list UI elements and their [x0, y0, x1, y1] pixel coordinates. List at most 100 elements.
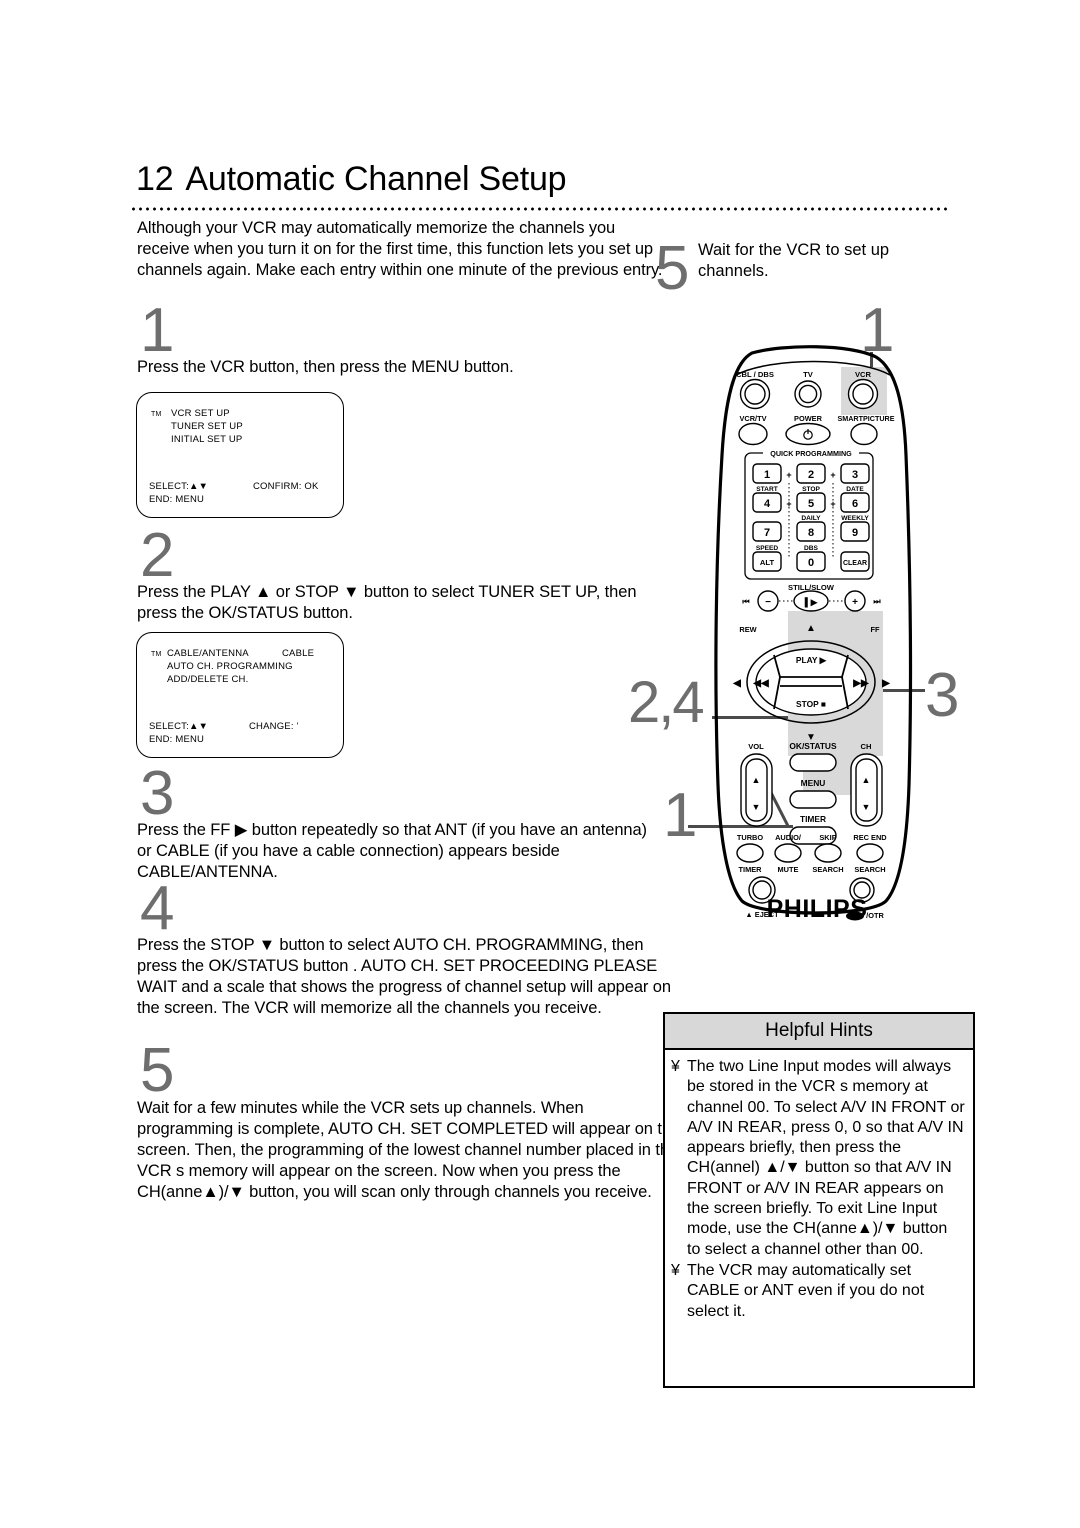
- osd2-select-hint: SELECT:▲▼: [149, 721, 209, 732]
- helpful-hints-title: Helpful Hints: [665, 1014, 973, 1050]
- label-ff: FF: [870, 625, 880, 634]
- hint-item-text: The two Line Input modes will always be …: [687, 1058, 965, 1258]
- label-tv: TV: [803, 370, 814, 379]
- fast-forward-icon[interactable]: ▶▶: [852, 678, 870, 689]
- osd1-confirm-hint: CONFIRM: OK: [253, 481, 319, 492]
- osd2-line-3: ADD/DELETE CH.: [167, 674, 249, 685]
- vol-up-icon[interactable]: ▲: [752, 775, 761, 785]
- vcr-button-inner: [852, 383, 874, 405]
- step-2-numeral: 2: [140, 521, 174, 590]
- plus-sign-icon: +: [830, 470, 835, 480]
- label-quick-programming: QUICK PROGRAMMING: [770, 449, 852, 458]
- label-ch: CH: [861, 742, 872, 751]
- step-4-numeral: 4: [140, 874, 174, 943]
- up-arrow-icon: ▲: [806, 623, 816, 634]
- osd2-tm: TM: [151, 651, 162, 658]
- hint-item-text: The VCR may automatically set CABLE or A…: [687, 1261, 925, 1320]
- page-title: 12 Automatic Channel Setup: [136, 160, 756, 199]
- sublabel-dbs: DBS: [804, 545, 819, 552]
- key-1-label: 1: [764, 469, 770, 481]
- key-4-label: 4: [764, 498, 771, 510]
- osd1-line-3: INITIAL SET UP: [171, 434, 243, 445]
- step-4-text: Press the STOP ▼ button to select AUTO C…: [137, 936, 671, 1017]
- label-search: SEARCH: [812, 865, 843, 874]
- philips-logo: PHILIPS: [766, 895, 868, 923]
- tv-button-inner: [798, 384, 818, 404]
- osd-screen-vcr-setup: TM VCR SET UP TUNER SET UP INITIAL SET U…: [136, 392, 344, 518]
- osd1-line-1: VCR SET UP: [171, 408, 230, 419]
- label-mute: MUTE: [778, 865, 799, 874]
- label-turbo: TURBO: [737, 833, 764, 842]
- skip-search-button: [814, 843, 842, 863]
- osd2-line-2: AUTO CH. PROGRAMMING: [167, 661, 293, 672]
- plus-icon: +: [852, 597, 858, 608]
- callout-2-4: 2,4: [628, 670, 705, 735]
- label-vcr-tv: VCR/TV: [739, 414, 766, 423]
- step-1-numeral: 1: [140, 296, 174, 365]
- helpful-hints-box: Helpful Hints ¥ The two Line Input modes…: [663, 1012, 975, 1388]
- label-timer-sub: TIMER: [739, 865, 763, 874]
- page-title-text: Automatic Channel Setup: [185, 160, 567, 198]
- osd-screen-tuner-setup: TM CABLE/ANTENNA CABLE AUTO CH. PROGRAMM…: [136, 632, 344, 758]
- step-1-text: Press the VCR button, then press the MEN…: [137, 358, 514, 376]
- label-audio: AUDIO/: [775, 833, 801, 842]
- ch-up-icon[interactable]: ▲: [862, 775, 871, 785]
- minus-icon: −: [765, 597, 771, 608]
- ok-status-button: [789, 753, 837, 772]
- step-5-text: Wait for a few minutes while the VCR set…: [137, 1099, 680, 1201]
- osd2-end-hint: END: MENU: [149, 734, 205, 745]
- cbl-dbs-button-inner: [744, 383, 766, 405]
- label-skip: SKIP: [819, 833, 836, 842]
- label-menu: MENU: [801, 778, 826, 788]
- smartpicture-button: [850, 422, 878, 446]
- vol-down-icon[interactable]: ▼: [752, 802, 761, 812]
- label-rew: REW: [739, 625, 756, 634]
- step-3-text: Press the FF ▶ button repeatedly so that…: [137, 821, 647, 881]
- plus-sign-icon: +: [786, 470, 791, 480]
- left-arrow-icon: ◀: [732, 678, 741, 689]
- turbo-timer-button: [736, 843, 764, 863]
- label-power: POWER: [794, 414, 823, 423]
- label-search-2: SEARCH: [854, 865, 885, 874]
- sublabel-start: START: [756, 486, 778, 493]
- osd1-line-2: TUNER SET UP: [171, 421, 243, 432]
- osd2-line-1: CABLE/ANTENNA: [167, 648, 249, 659]
- osd1-end-hint: END: MENU: [149, 494, 205, 505]
- step-5-numeral: 5: [140, 1036, 174, 1105]
- hint-bullet-icon: ¥: [671, 1261, 680, 1279]
- label-cbl-dbs: CBL / DBS: [736, 370, 774, 379]
- key-alt-label: ALT: [760, 558, 775, 567]
- rec-end-search-button: [856, 843, 884, 863]
- vcr-tv-button: [738, 422, 768, 446]
- still-slow-icon: ▌▶: [805, 597, 819, 608]
- key-6-label: 6: [852, 498, 858, 510]
- key-5-label: 5: [808, 498, 814, 510]
- key-2-label: 2: [808, 469, 814, 481]
- play-button-label[interactable]: PLAY ▶: [796, 655, 827, 665]
- key-7-label: 7: [764, 527, 770, 539]
- label-vol: VOL: [748, 742, 764, 751]
- osd1-tm: TM: [151, 411, 162, 418]
- stop-button-label[interactable]: STOP ■: [796, 699, 826, 709]
- next-track-icon: ⏭: [873, 597, 881, 606]
- step-2-text: Press the PLAY ▲ or STOP ▼ button to sel…: [137, 583, 637, 622]
- label-rec-end: REC END: [853, 833, 887, 842]
- sublabel-weekly: WEEKLY: [841, 515, 869, 522]
- helpful-hints-body: ¥ The two Line Input modes will always b…: [665, 1050, 973, 1327]
- audio-mute-button: [774, 843, 802, 863]
- sublabel-daily: DAILY: [801, 515, 821, 522]
- sublabel-speed: SPEED: [756, 545, 779, 552]
- hint-item: ¥ The VCR may automatically set CABLE or…: [671, 1261, 965, 1322]
- callout-5-text: Wait for the VCR to set up channels.: [698, 241, 890, 280]
- title-dotted-rule: [130, 205, 948, 211]
- page-number: 12: [136, 160, 174, 198]
- sublabel-stop: STOP: [802, 486, 820, 493]
- callout-5: 5: [655, 234, 689, 303]
- ch-down-icon[interactable]: ▼: [862, 802, 871, 812]
- menu-button: [789, 790, 837, 809]
- rewind-icon[interactable]: ◀◀: [752, 678, 769, 689]
- hint-bullet-icon: ¥: [671, 1058, 680, 1075]
- osd1-select-hint: SELECT:▲▼: [149, 481, 209, 492]
- label-timer: TIMER: [800, 814, 826, 824]
- manual-page: 12 Automatic Channel Setup Although your …: [0, 0, 1080, 1528]
